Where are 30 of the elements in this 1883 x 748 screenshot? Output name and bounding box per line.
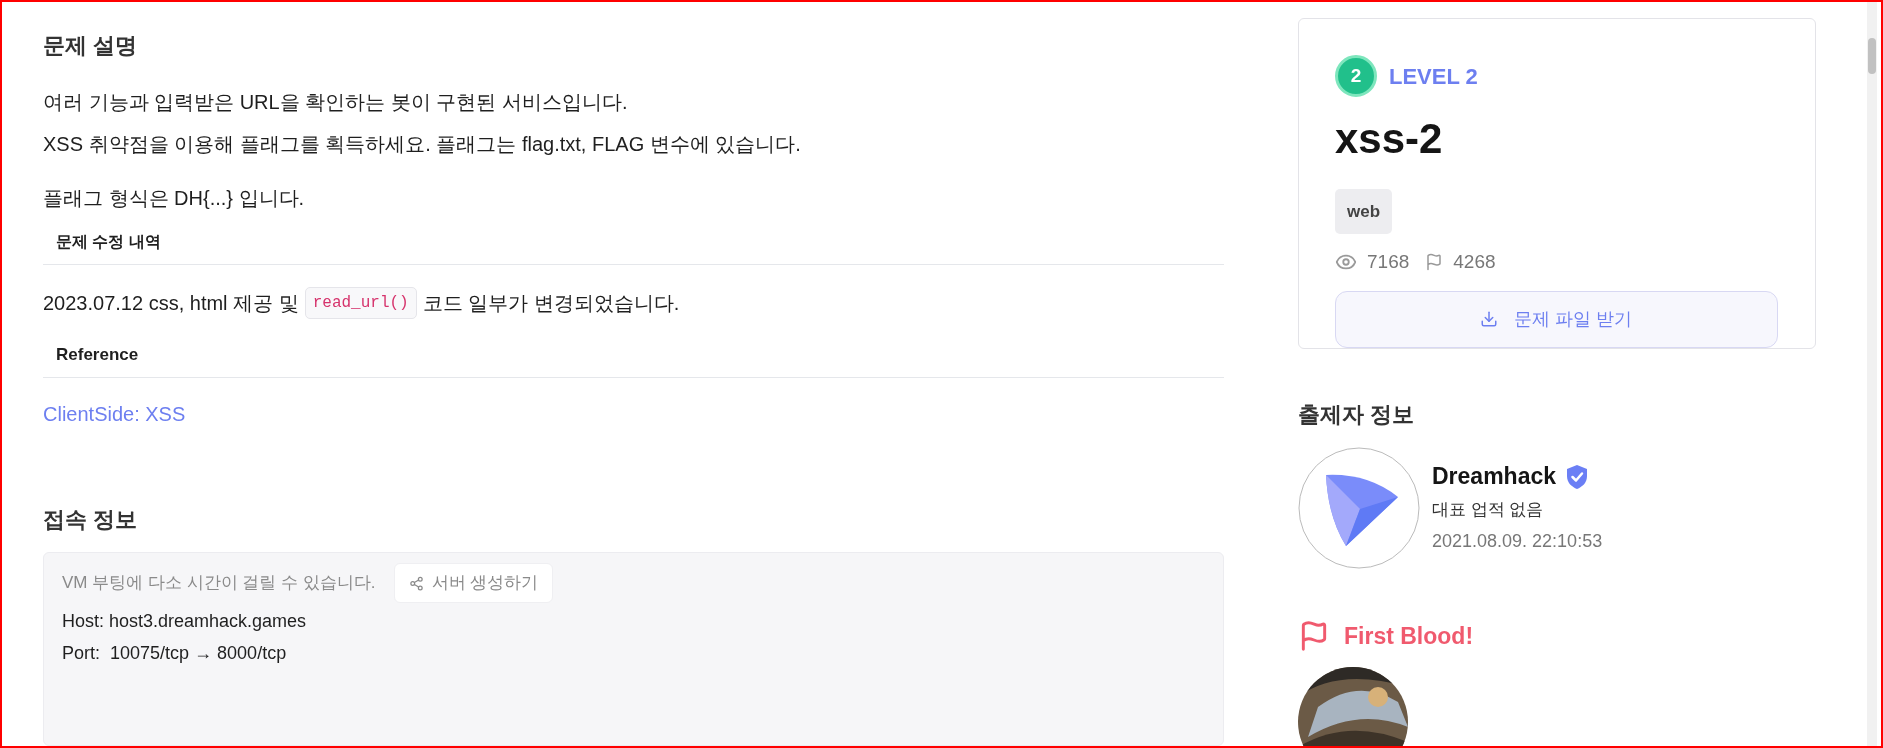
download-button[interactable]: 문제 파일 받기: [1335, 290, 1778, 348]
subsection-heading: Reference: [56, 344, 139, 366]
description-text: XSS 취약점을 이용해 플래그를 획득하세요. 플래그는 flag.txt, FLAG 변수에 있습니다.: [43, 132, 801, 157]
notice-text: VM 부팅에 다소 시간이 걸릴 수 있습니다.: [62, 572, 376, 595]
solve-count: 4268: [1453, 250, 1496, 274]
flag-format-text: 플래그 형식은 DH{...} 입니다.: [43, 186, 305, 211]
port-text: Port: 10075/tcp → 8000/tcp: [62, 642, 287, 665]
scrollbar-thumb[interactable]: [1868, 38, 1876, 74]
first-blood-heading: First Blood!: [1344, 621, 1474, 651]
view-count: 7168: [1367, 250, 1410, 274]
download-icon: [1480, 310, 1499, 328]
section-heading: 출제자 정보: [1298, 400, 1415, 429]
flag-icon: [1425, 253, 1444, 272]
author-name: Dreamhack: [1432, 462, 1557, 492]
create-server-button[interactable]: 서버 생성하기: [393, 563, 554, 603]
level-label: LEVEL 2: [1389, 62, 1478, 91]
date-text: 2021.08.09. 22:10:53: [1432, 529, 1603, 553]
section-heading: 접속 정보: [43, 506, 138, 534]
description-text: 여러 기능과 입력받은 URL을 확인하는 봇이 구현된 서비스입니다.: [43, 90, 628, 115]
challenge-title: xss-2: [1335, 114, 1443, 164]
section-heading: 문제 설명: [43, 32, 139, 60]
tag-chip: web: [1335, 189, 1393, 234]
host-text: Host: host3.dreamhack.games: [62, 610, 307, 633]
change-text: 2023.07.12 css, html 제공 및 read_url() 코드 일부가 변경되었습니다.: [43, 285, 680, 321]
share-icon: [408, 575, 424, 591]
reference-link[interactable]: ClientSide: XSS: [43, 396, 186, 432]
achievement-text: 대표 업적 없음: [1432, 498, 1545, 521]
inline-code: read_url(): [304, 287, 417, 319]
subsection-heading: 문제 수정 내역: [56, 232, 161, 252]
level-badge: 2: [1335, 55, 1377, 97]
